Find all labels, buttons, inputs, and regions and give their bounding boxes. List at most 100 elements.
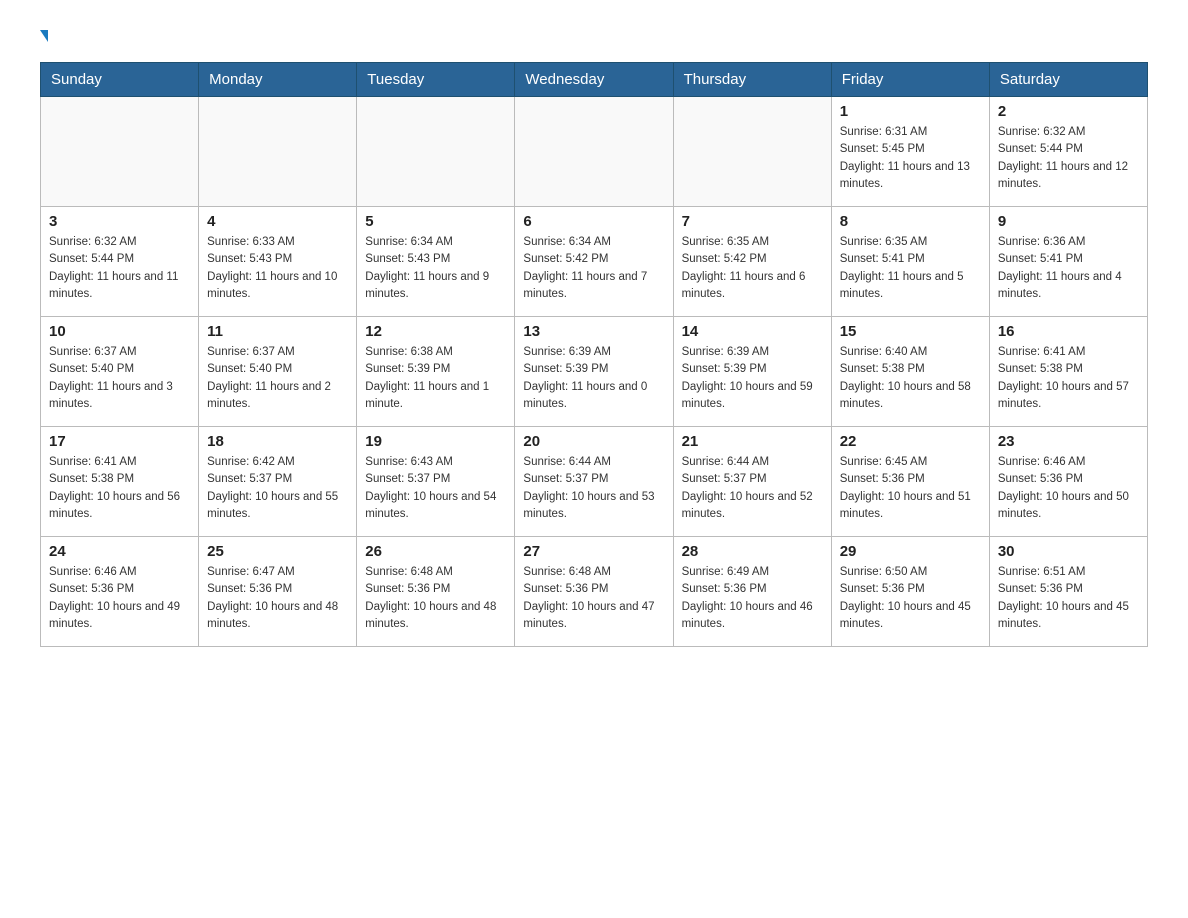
calendar-cell: 17 Sunrise: 6:41 AMSunset: 5:38 PMDayligh… (41, 427, 199, 537)
calendar-cell: 18 Sunrise: 6:42 AMSunset: 5:37 PMDayligh… (199, 427, 357, 537)
calendar-cell: 9 Sunrise: 6:36 AMSunset: 5:41 PMDaylight… (989, 207, 1147, 317)
day-number: 13 (523, 323, 664, 340)
day-number: 27 (523, 543, 664, 560)
day-number: 20 (523, 433, 664, 450)
day-info: Sunrise: 6:45 AMSunset: 5:36 PMDaylight:… (840, 454, 981, 523)
calendar-cell: 22 Sunrise: 6:45 AMSunset: 5:36 PMDayligh… (831, 427, 989, 537)
calendar-cell: 3 Sunrise: 6:32 AMSunset: 5:44 PMDaylight… (41, 207, 199, 317)
day-info: Sunrise: 6:48 AMSunset: 5:36 PMDaylight:… (523, 564, 664, 633)
day-number: 7 (682, 213, 823, 230)
day-info: Sunrise: 6:34 AMSunset: 5:43 PMDaylight:… (365, 234, 506, 303)
day-number: 29 (840, 543, 981, 560)
day-number: 18 (207, 433, 348, 450)
day-number: 17 (49, 433, 190, 450)
day-info: Sunrise: 6:31 AMSunset: 5:45 PMDaylight:… (840, 124, 981, 193)
day-number: 21 (682, 433, 823, 450)
calendar-cell: 19 Sunrise: 6:43 AMSunset: 5:37 PMDayligh… (357, 427, 515, 537)
day-number: 23 (998, 433, 1139, 450)
calendar-cell: 24 Sunrise: 6:46 AMSunset: 5:36 PMDayligh… (41, 537, 199, 647)
day-info: Sunrise: 6:44 AMSunset: 5:37 PMDaylight:… (682, 454, 823, 523)
day-number: 16 (998, 323, 1139, 340)
day-number: 24 (49, 543, 190, 560)
day-number: 19 (365, 433, 506, 450)
calendar-cell: 29 Sunrise: 6:50 AMSunset: 5:36 PMDayligh… (831, 537, 989, 647)
calendar-table: SundayMondayTuesdayWednesdayThursdayFrid… (40, 62, 1148, 647)
day-number: 28 (682, 543, 823, 560)
day-number: 9 (998, 213, 1139, 230)
day-info: Sunrise: 6:41 AMSunset: 5:38 PMDaylight:… (49, 454, 190, 523)
weekday-header-wednesday: Wednesday (515, 63, 673, 97)
day-info: Sunrise: 6:47 AMSunset: 5:36 PMDaylight:… (207, 564, 348, 633)
calendar-cell: 26 Sunrise: 6:48 AMSunset: 5:36 PMDayligh… (357, 537, 515, 647)
calendar-cell: 27 Sunrise: 6:48 AMSunset: 5:36 PMDayligh… (515, 537, 673, 647)
day-number: 14 (682, 323, 823, 340)
calendar-cell: 25 Sunrise: 6:47 AMSunset: 5:36 PMDayligh… (199, 537, 357, 647)
day-number: 10 (49, 323, 190, 340)
calendar-week-row: 10 Sunrise: 6:37 AMSunset: 5:40 PMDayligh… (41, 317, 1148, 427)
weekday-header-monday: Monday (199, 63, 357, 97)
day-info: Sunrise: 6:37 AMSunset: 5:40 PMDaylight:… (49, 344, 190, 413)
day-info: Sunrise: 6:34 AMSunset: 5:42 PMDaylight:… (523, 234, 664, 303)
weekday-header-friday: Friday (831, 63, 989, 97)
day-number: 11 (207, 323, 348, 340)
calendar-cell: 28 Sunrise: 6:49 AMSunset: 5:36 PMDayligh… (673, 537, 831, 647)
day-number: 4 (207, 213, 348, 230)
calendar-cell: 14 Sunrise: 6:39 AMSunset: 5:39 PMDayligh… (673, 317, 831, 427)
day-info: Sunrise: 6:32 AMSunset: 5:44 PMDaylight:… (49, 234, 190, 303)
day-info: Sunrise: 6:43 AMSunset: 5:37 PMDaylight:… (365, 454, 506, 523)
calendar-cell: 15 Sunrise: 6:40 AMSunset: 5:38 PMDayligh… (831, 317, 989, 427)
logo-arrow-icon (40, 30, 48, 42)
day-info: Sunrise: 6:39 AMSunset: 5:39 PMDaylight:… (682, 344, 823, 413)
calendar-cell: 5 Sunrise: 6:34 AMSunset: 5:43 PMDaylight… (357, 207, 515, 317)
day-info: Sunrise: 6:44 AMSunset: 5:37 PMDaylight:… (523, 454, 664, 523)
calendar-cell: 23 Sunrise: 6:46 AMSunset: 5:36 PMDayligh… (989, 427, 1147, 537)
day-number: 3 (49, 213, 190, 230)
calendar-cell: 21 Sunrise: 6:44 AMSunset: 5:37 PMDayligh… (673, 427, 831, 537)
day-number: 26 (365, 543, 506, 560)
calendar-cell: 6 Sunrise: 6:34 AMSunset: 5:42 PMDaylight… (515, 207, 673, 317)
calendar-cell: 13 Sunrise: 6:39 AMSunset: 5:39 PMDayligh… (515, 317, 673, 427)
day-number: 22 (840, 433, 981, 450)
weekday-header-tuesday: Tuesday (357, 63, 515, 97)
calendar-cell: 1 Sunrise: 6:31 AMSunset: 5:45 PMDaylight… (831, 97, 989, 207)
calendar-cell (357, 97, 515, 207)
calendar-cell: 20 Sunrise: 6:44 AMSunset: 5:37 PMDayligh… (515, 427, 673, 537)
logo (40, 30, 48, 42)
day-info: Sunrise: 6:39 AMSunset: 5:39 PMDaylight:… (523, 344, 664, 413)
day-info: Sunrise: 6:36 AMSunset: 5:41 PMDaylight:… (998, 234, 1139, 303)
day-info: Sunrise: 6:46 AMSunset: 5:36 PMDaylight:… (49, 564, 190, 633)
weekday-header-row: SundayMondayTuesdayWednesdayThursdayFrid… (41, 63, 1148, 97)
day-number: 12 (365, 323, 506, 340)
day-info: Sunrise: 6:33 AMSunset: 5:43 PMDaylight:… (207, 234, 348, 303)
calendar-week-row: 17 Sunrise: 6:41 AMSunset: 5:38 PMDayligh… (41, 427, 1148, 537)
day-number: 8 (840, 213, 981, 230)
day-number: 1 (840, 103, 981, 120)
calendar-cell: 12Sunrise: 6:38 AMSunset: 5:39 PMDayligh… (357, 317, 515, 427)
day-number: 30 (998, 543, 1139, 560)
calendar-cell (41, 97, 199, 207)
day-info: Sunrise: 6:51 AMSunset: 5:36 PMDaylight:… (998, 564, 1139, 633)
day-info: Sunrise: 6:49 AMSunset: 5:36 PMDaylight:… (682, 564, 823, 633)
calendar-cell: 16Sunrise: 6:41 AMSunset: 5:38 PMDayligh… (989, 317, 1147, 427)
day-info: Sunrise: 6:35 AMSunset: 5:41 PMDaylight:… (840, 234, 981, 303)
calendar-cell (199, 97, 357, 207)
day-number: 15 (840, 323, 981, 340)
day-number: 6 (523, 213, 664, 230)
day-number: 5 (365, 213, 506, 230)
calendar-cell: 10 Sunrise: 6:37 AMSunset: 5:40 PMDayligh… (41, 317, 199, 427)
calendar-cell (515, 97, 673, 207)
day-info: Sunrise: 6:40 AMSunset: 5:38 PMDaylight:… (840, 344, 981, 413)
day-info: Sunrise: 6:32 AMSunset: 5:44 PMDaylight:… (998, 124, 1139, 193)
calendar-cell: 11Sunrise: 6:37 AMSunset: 5:40 PMDayligh… (199, 317, 357, 427)
day-number: 25 (207, 543, 348, 560)
weekday-header-sunday: Sunday (41, 63, 199, 97)
day-info: Sunrise: 6:42 AMSunset: 5:37 PMDaylight:… (207, 454, 348, 523)
calendar-week-row: 24 Sunrise: 6:46 AMSunset: 5:36 PMDayligh… (41, 537, 1148, 647)
day-info: Sunrise: 6:48 AMSunset: 5:36 PMDaylight:… (365, 564, 506, 633)
day-info: Sunrise: 6:50 AMSunset: 5:36 PMDaylight:… (840, 564, 981, 633)
calendar-cell: 8 Sunrise: 6:35 AMSunset: 5:41 PMDaylight… (831, 207, 989, 317)
day-info: Sunrise: 6:46 AMSunset: 5:36 PMDaylight:… (998, 454, 1139, 523)
weekday-header-thursday: Thursday (673, 63, 831, 97)
calendar-cell (673, 97, 831, 207)
calendar-cell: 30 Sunrise: 6:51 AMSunset: 5:36 PMDayligh… (989, 537, 1147, 647)
